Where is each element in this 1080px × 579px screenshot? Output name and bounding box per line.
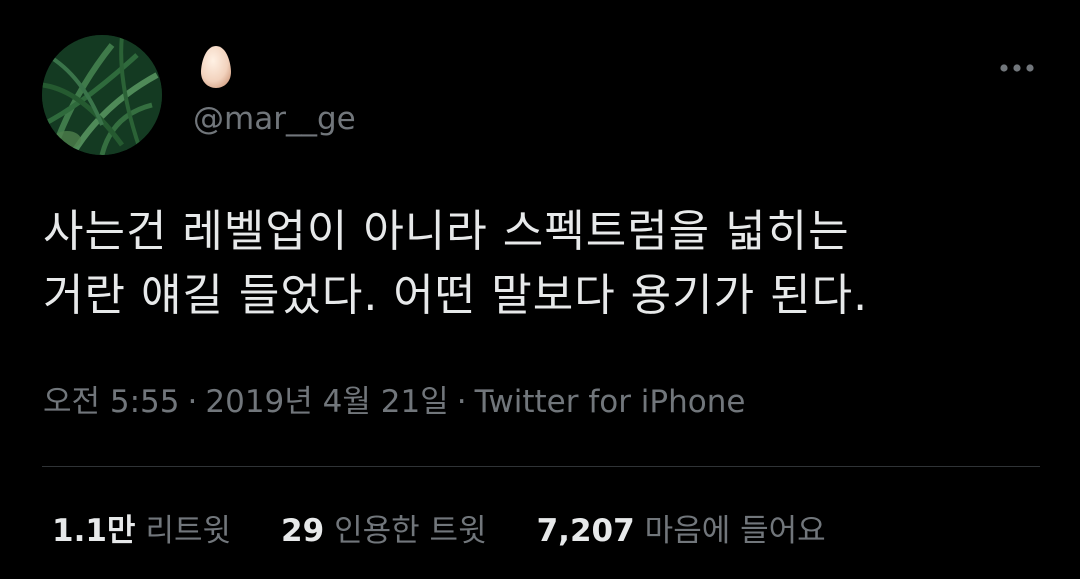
tweet-time[interactable]: 오전 5:55 [43,384,180,420]
author-handle[interactable]: @mar__ge [193,99,356,139]
tweet-stats: 1.1만 리트윗 29 인용한 트윗 7,207 마음에 들어요 [52,509,876,553]
retweets-count: 1.1만 [52,513,136,549]
tweet-meta: 오전 5:55 · 2019년 4월 21일 · Twitter for iPhone [43,380,745,424]
likes-count: 7,207 [536,513,635,549]
quotes-label: 인용한 트윗 [334,513,487,549]
avatar[interactable] [42,35,162,155]
likes-label: 마음에 들어요 [644,513,826,549]
tweet-date[interactable]: 2019년 4월 21일 [205,384,448,420]
more-options-icon[interactable] [992,50,1042,86]
meta-separator: · [456,384,467,420]
avatar-plant-image [42,35,162,155]
display-name-egg-icon[interactable] [196,44,236,90]
quotes-count: 29 [281,513,325,549]
tweet-source[interactable]: Twitter for iPhone [475,384,746,420]
quotes-stat[interactable]: 29 인용한 트윗 [281,509,487,553]
likes-stat[interactable]: 7,207 마음에 들어요 [537,509,826,553]
tweet-text: 사는건 레벨업이 아니라 스펙트럼을 넓히는 거란 얘길 들었다. 어떤 말보다… [43,206,869,321]
retweets-stat[interactable]: 1.1만 리트윗 [52,509,231,553]
divider [42,466,1040,467]
retweets-label: 리트윗 [145,513,231,549]
tweet-card: @mar__ge 사는건 레벨업이 아니라 스펙트럼을 넓히는 거란 얘길 들었… [0,0,1080,579]
meta-separator: · [187,384,198,420]
